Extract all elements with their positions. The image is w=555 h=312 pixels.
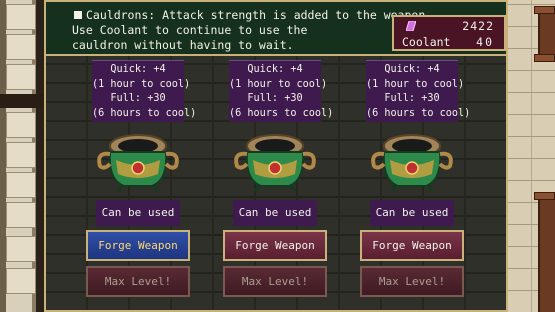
description-text: Cauldrons: Attack strength is added to t… [72, 8, 432, 52]
cauldron-area: Quick: +4 (1 hour to cool) Full: +30 (6 … [46, 56, 506, 310]
pillar-block [6, 236, 36, 262]
full-cooldown: (6 hours to cool) [229, 107, 334, 119]
status-label: Can be used [370, 200, 454, 226]
forge-weapon-button[interactable]: Forge Weapon [223, 230, 327, 261]
full-bonus: Full: +30 [110, 93, 166, 104]
full-cooldown: (6 hours to cool) [92, 107, 197, 119]
coolant-count: 40 [476, 35, 494, 49]
cauldron-icon [234, 134, 316, 192]
cauldron-info-panel: Quick: +4 (1 hour to cool) Full: +30 (6 … [92, 60, 197, 122]
wooden-post-cap [534, 6, 555, 14]
cauldron-icon [97, 134, 179, 192]
quick-bonus: Quick: +4 [247, 64, 303, 75]
cauldron-info-panel: Quick: +4 (1 hour to cool) Full: +30 (6 … [366, 60, 471, 122]
wooden-post [538, 14, 555, 54]
pillar-block [6, 4, 36, 30]
pillar-block [6, 172, 36, 198]
gem-count: 2422 [462, 19, 494, 33]
forge-weapon-button[interactable]: Forge Weapon [360, 230, 464, 261]
header-panel: Cauldrons: Attack strength is added to t… [46, 2, 506, 56]
cauldron-column: Quick: +4 (1 hour to cool) Full: +30 (6 … [223, 56, 334, 310]
pillar-block [6, 268, 36, 294]
quick-cooldown: (1 hour to cool) [229, 78, 328, 90]
pillar-block [6, 112, 36, 138]
status-label: Can be used [96, 200, 180, 226]
wooden-post [538, 200, 555, 312]
full-bonus: Full: +30 [384, 93, 440, 104]
quick-cooldown: (1 hour to cool) [366, 78, 465, 90]
pillar-block [6, 202, 36, 228]
wooden-post-cap [534, 54, 555, 62]
gem-icon [406, 21, 416, 31]
cauldron-column: Quick: +4 (1 hour to cool) Full: +30 (6 … [360, 56, 471, 310]
coolant-label: Coolant [402, 35, 451, 49]
left-stone-pillar [0, 0, 44, 312]
pillar-block [6, 142, 36, 168]
quick-cooldown: (1 hour to cool) [92, 78, 191, 90]
max-level-button[interactable]: Max Level! [360, 266, 464, 297]
pillar-gap [0, 94, 44, 108]
pillar-block [6, 64, 36, 90]
wooden-post-cap [534, 192, 555, 200]
full-cooldown: (6 hours to cool) [366, 107, 471, 119]
forge-window: Cauldrons: Attack strength is added to t… [44, 0, 508, 312]
pillar-block [6, 34, 36, 60]
quick-bonus: Quick: +4 [384, 64, 440, 75]
quick-bonus: Quick: +4 [110, 64, 166, 75]
cauldron-info-panel: Quick: +4 (1 hour to cool) Full: +30 (6 … [229, 60, 334, 122]
max-level-button[interactable]: Max Level! [86, 266, 190, 297]
max-level-button[interactable]: Max Level! [223, 266, 327, 297]
right-stone-wall [508, 0, 555, 312]
resource-panel: 2422 Coolant 40 [392, 15, 506, 51]
cauldron-icon [371, 134, 453, 192]
full-bonus: Full: +30 [247, 93, 303, 104]
status-label: Can be used [233, 200, 317, 226]
cauldron-column: Quick: +4 (1 hour to cool) Full: +30 (6 … [86, 56, 197, 310]
forge-weapon-button[interactable]: Forge Weapon [86, 230, 190, 261]
